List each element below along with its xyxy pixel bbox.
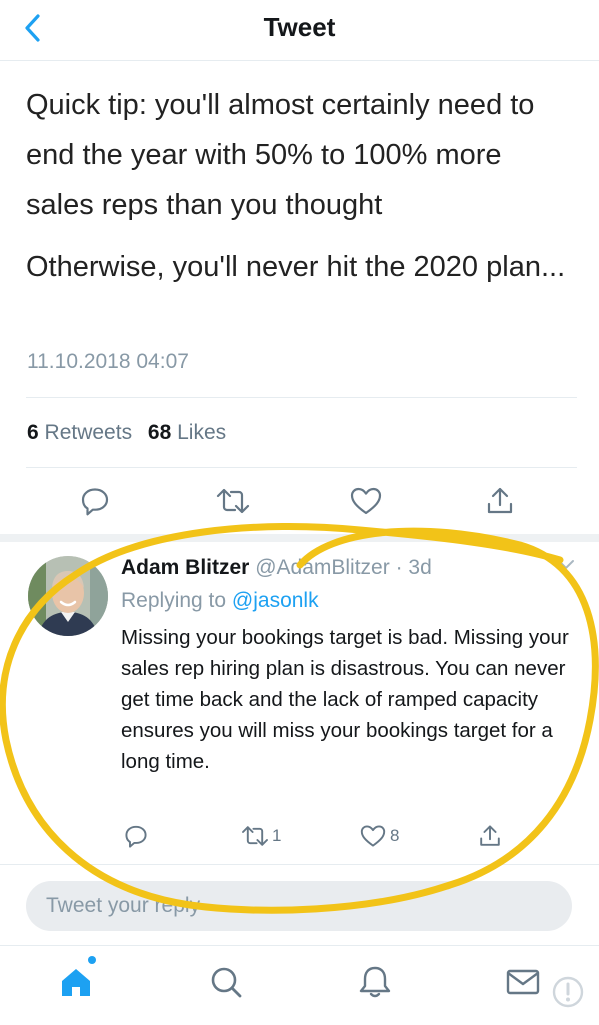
messages-icon[interactable] (505, 964, 541, 1005)
like-icon[interactable] (360, 824, 386, 848)
reply-icon[interactable] (80, 486, 110, 516)
chevron-down-icon[interactable] (556, 558, 576, 577)
likes-count: 68 (147, 421, 172, 444)
home-icon[interactable] (58, 956, 96, 1005)
reply-header: Adam Blitzer @AdamBlitzer · 3d (121, 556, 432, 580)
retweet-icon[interactable] (240, 824, 270, 848)
tweet-text: Quick tip: you'll almost certainly need … (26, 80, 576, 292)
tweet-paragraph: Quick tip: you'll almost certainly need … (26, 89, 535, 221)
share-icon[interactable] (485, 486, 515, 516)
tweet-stats: 6 Retweets 68 Likes (27, 421, 236, 445)
retweets-count: 6 (27, 421, 39, 444)
tab-bar (0, 945, 599, 1025)
retweets-stat[interactable]: 6 Retweets (27, 421, 132, 444)
likes-label: Likes (177, 421, 227, 444)
search-icon[interactable] (208, 964, 244, 1005)
divider (26, 467, 577, 468)
page-title: Tweet (263, 12, 336, 42)
meta-separator: · (395, 556, 403, 579)
mention-link[interactable]: @jasonlk (232, 589, 319, 612)
reply-author-handle[interactable]: @AdamBlitzer (255, 556, 390, 579)
reply-age: 3d (408, 556, 432, 579)
share-icon[interactable] (478, 824, 502, 848)
top-bar: Tweet (0, 0, 599, 61)
retweet-count: 1 (272, 826, 282, 845)
retweet-icon[interactable] (215, 486, 251, 516)
reply-author-name[interactable]: Adam Blitzer (121, 556, 249, 579)
replying-to-label: Replying to (121, 589, 227, 612)
tweet-timestamp: 11.10.2018 04:07 (27, 350, 189, 373)
like-count: 8 (390, 826, 400, 845)
reply-placeholder: Tweet your reply (46, 894, 201, 917)
notification-dot (88, 956, 96, 964)
retweets-label: Retweets (44, 421, 133, 444)
like-icon[interactable] (350, 486, 382, 516)
reply-icon[interactable] (124, 824, 148, 848)
replying-to: Replying to @jasonlk (121, 589, 319, 613)
reply-text: Missing your bookings target is bad. Mis… (121, 626, 569, 773)
tweet-paragraph: Otherwise, you'll never hit the 2020 pla… (26, 251, 566, 283)
divider (0, 864, 599, 865)
likes-stat[interactable]: 68 Likes (148, 421, 226, 444)
reply-input[interactable]: Tweet your reply (26, 881, 572, 931)
avatar[interactable] (28, 556, 108, 636)
divider (26, 397, 577, 398)
alert-icon[interactable] (551, 975, 585, 1014)
notifications-icon[interactable] (357, 964, 393, 1005)
section-separator (0, 534, 599, 542)
